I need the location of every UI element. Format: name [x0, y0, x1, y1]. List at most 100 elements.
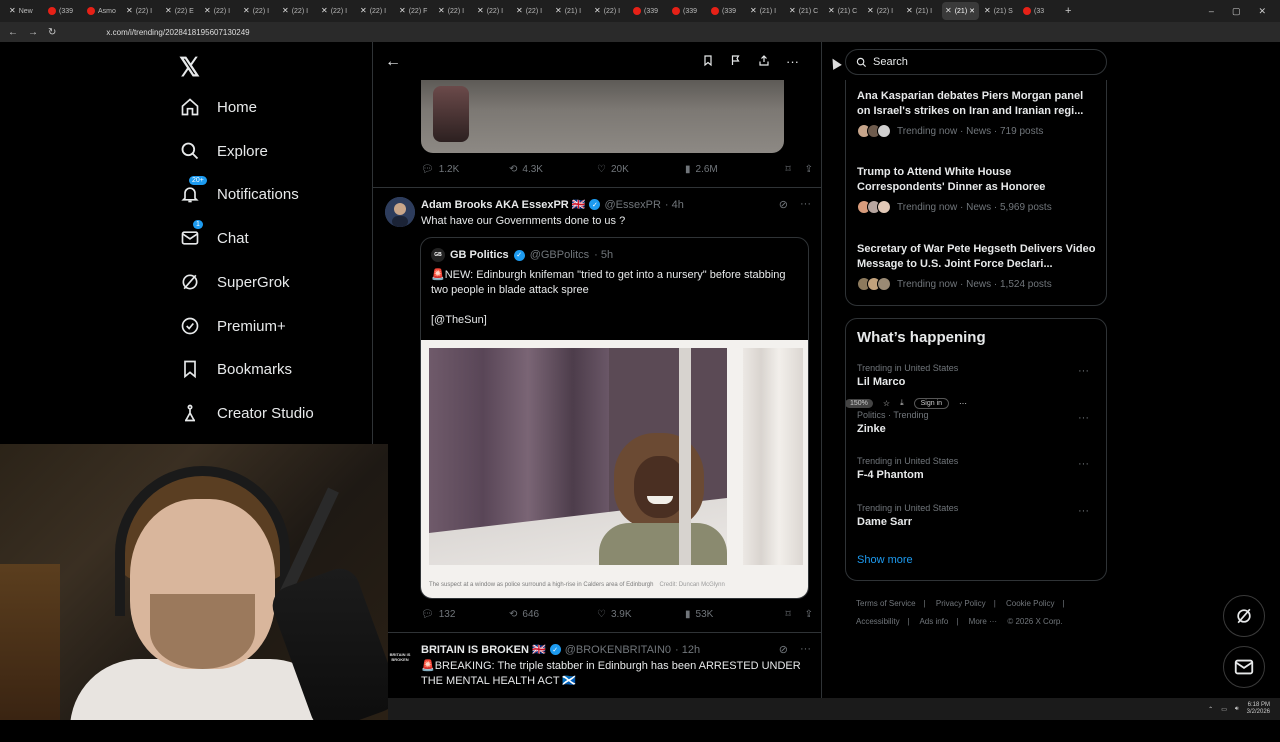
nav-supergrok[interactable]: SuperGrok — [179, 271, 290, 293]
forward-icon[interactable]: → — [28, 27, 38, 38]
tweet-time[interactable]: · 4h — [665, 199, 684, 211]
browser-tab[interactable]: ✕ (21) I — [747, 2, 784, 20]
avatar[interactable]: GB — [431, 248, 445, 262]
maximize-icon[interactable]: ▢ — [1232, 6, 1241, 17]
footer-accessibility[interactable]: Accessibility — [856, 617, 900, 626]
browser-tab[interactable]: (339 — [45, 2, 82, 20]
views-button[interactable]: ▮ 53K — [685, 609, 777, 620]
browser-tab[interactable]: ✕ (22) I — [474, 2, 511, 20]
volume-icon[interactable]: 🔊︎ — [1235, 706, 1239, 713]
back-arrow-icon[interactable]: ← — [385, 53, 401, 71]
bookmark-icon[interactable] — [702, 54, 714, 70]
news-item[interactable]: Trump to Attend White House Corresponden… — [857, 165, 1097, 214]
browser-tab[interactable]: ✕ (21) ✕ — [942, 2, 979, 20]
footer-more[interactable]: More ··· — [969, 617, 997, 626]
close-icon[interactable]: ✕ — [1258, 6, 1266, 17]
footer-terms[interactable]: Terms of Service — [856, 599, 916, 608]
more-options-icon[interactable]: ··· — [800, 198, 811, 211]
browser-tab[interactable]: ✕ (21) I — [903, 2, 940, 20]
trend-item[interactable]: Trending in United States Lil Marco ··· — [857, 363, 1097, 388]
browser-tab[interactable]: ✕ (22) I — [357, 2, 394, 20]
trend-item[interactable]: Politics · Trending Zinke ··· — [857, 410, 1097, 435]
share-icon[interactable]: ⇪ — [805, 164, 813, 175]
video-thumbnail[interactable] — [421, 80, 784, 153]
browser-tab[interactable]: Asmo — [84, 2, 121, 20]
like-button[interactable]: ♡ 20K — [597, 164, 685, 175]
browser-tab[interactable]: ✕ (21) C — [825, 2, 862, 20]
browser-tab[interactable]: ✕ (22) F — [396, 2, 433, 20]
news-photo[interactable]: The suspect at a window as police surrou… — [421, 340, 808, 598]
browser-tab[interactable]: (339 — [630, 2, 667, 20]
footer-cookies[interactable]: Cookie Policy — [1006, 599, 1054, 608]
more-options-icon[interactable]: ··· — [1078, 505, 1089, 517]
footer-ads-info[interactable]: Ads info — [919, 617, 948, 626]
tray-chevron-icon[interactable]: ⌃ — [1208, 706, 1213, 713]
x-logo[interactable]: 𝕏 — [179, 52, 200, 83]
browser-tab[interactable]: (339 — [708, 2, 745, 20]
trend-item[interactable]: Trending in United States Dame Sarr ··· — [857, 503, 1097, 528]
network-icon[interactable]: ▭ — [1221, 706, 1227, 713]
more-options-icon[interactable]: ··· — [1078, 412, 1089, 424]
browser-tab[interactable]: ✕ New — [6, 2, 43, 20]
grok-icon[interactable]: ⊘ — [779, 643, 788, 656]
author-handle[interactable]: @EssexPR — [604, 199, 660, 211]
nav-bookmarks[interactable]: Bookmarks — [179, 358, 292, 380]
bookmark-icon[interactable]: ⌑ — [785, 164, 790, 175]
nav-home[interactable]: Home — [179, 96, 257, 118]
quote-author-handle[interactable]: @GBPolitcs — [530, 249, 589, 261]
grok-icon[interactable]: ⊘ — [779, 198, 788, 211]
search-input[interactable]: Search — [845, 49, 1107, 75]
browser-tab[interactable]: (339 — [669, 2, 706, 20]
browser-tab[interactable]: ✕ (22) I — [279, 2, 316, 20]
footer-privacy[interactable]: Privacy Policy — [936, 599, 986, 608]
messages-floating-button[interactable] — [1223, 646, 1265, 688]
nav-explore[interactable]: Explore — [179, 140, 268, 162]
browser-tab[interactable]: ✕ (22) I — [513, 2, 550, 20]
browser-tab[interactable]: ✕ (22) E — [162, 2, 199, 20]
views-button[interactable]: ▮ 2.6M — [685, 164, 777, 175]
avatar[interactable] — [385, 197, 415, 227]
nav-chat[interactable]: 1 Chat — [179, 220, 249, 249]
browser-tab[interactable]: ✕ (21) I — [552, 2, 589, 20]
browser-tab[interactable]: ✕ (22) I — [864, 2, 901, 20]
nav-notifications[interactable]: 20+ Notifications — [179, 176, 299, 205]
quote-time[interactable]: · 5h — [594, 249, 613, 261]
news-item[interactable]: Ana Kasparian debates Piers Morgan panel… — [857, 89, 1097, 138]
share-icon[interactable] — [758, 54, 770, 70]
grok-floating-button[interactable] — [1223, 595, 1265, 637]
browser-tab[interactable]: ✕ (22) I — [591, 2, 628, 20]
browser-tab[interactable]: ✕ (22) I — [240, 2, 277, 20]
avatar[interactable]: BRITAIN IS BROKEN — [385, 642, 415, 672]
system-clock[interactable]: 6:18 PM 3/2/2026 — [1247, 702, 1270, 716]
more-options-icon[interactable]: ··· — [1078, 458, 1089, 470]
trend-item[interactable]: Trending in United States F-4 Phantom ··… — [857, 456, 1097, 481]
browser-tab[interactable]: (33 — [1020, 2, 1057, 20]
author-handle[interactable]: @BROKENBRITAIN0 — [565, 644, 671, 656]
browser-tab[interactable]: ✕ (22) I — [123, 2, 160, 20]
browser-tab[interactable]: ✕ (21) C — [786, 2, 823, 20]
browser-tab[interactable]: ✕ (21) S — [981, 2, 1018, 20]
url-field[interactable]: x.com/i/trending/2028418195607130249 — [106, 28, 249, 37]
show-more-link[interactable]: Show more — [857, 554, 913, 566]
tweet-time[interactable]: · 12h — [675, 644, 700, 656]
more-options-icon[interactable]: ··· — [800, 643, 811, 656]
flag-icon[interactable] — [730, 54, 742, 70]
author-name[interactable]: BRITAIN IS BROKEN 🇬🇧 — [421, 643, 546, 656]
quoted-tweet[interactable]: GB GB Politics ✓ @GBPolitcs · 5h 🚨NEW: E… — [420, 237, 809, 599]
reply-button[interactable]: 💬︎ 132 — [421, 609, 509, 620]
more-options-icon[interactable]: ··· — [786, 54, 799, 70]
nav-creator-studio[interactable]: Creator Studio — [179, 402, 314, 424]
repost-button[interactable]: ⟲ 646 — [509, 609, 597, 620]
repost-button[interactable]: ⟲ 4.3K — [509, 164, 597, 175]
browser-tab[interactable]: ✕ (22) I — [201, 2, 238, 20]
browser-tab[interactable]: ✕ (22) I — [435, 2, 472, 20]
back-icon[interactable]: ← — [8, 27, 18, 38]
new-tab-button[interactable]: + — [1059, 5, 1077, 17]
reload-icon[interactable]: ↻ — [48, 27, 56, 38]
more-options-icon[interactable]: ··· — [1078, 365, 1089, 377]
quote-author-name[interactable]: GB Politics — [450, 249, 509, 261]
author-name[interactable]: Adam Brooks AKA EssexPR 🇬🇧 — [421, 198, 585, 211]
share-icon[interactable]: ⇪ — [805, 609, 813, 620]
bookmark-icon[interactable]: ⌑ — [785, 609, 790, 620]
browser-tab[interactable]: ✕ (22) I — [318, 2, 355, 20]
